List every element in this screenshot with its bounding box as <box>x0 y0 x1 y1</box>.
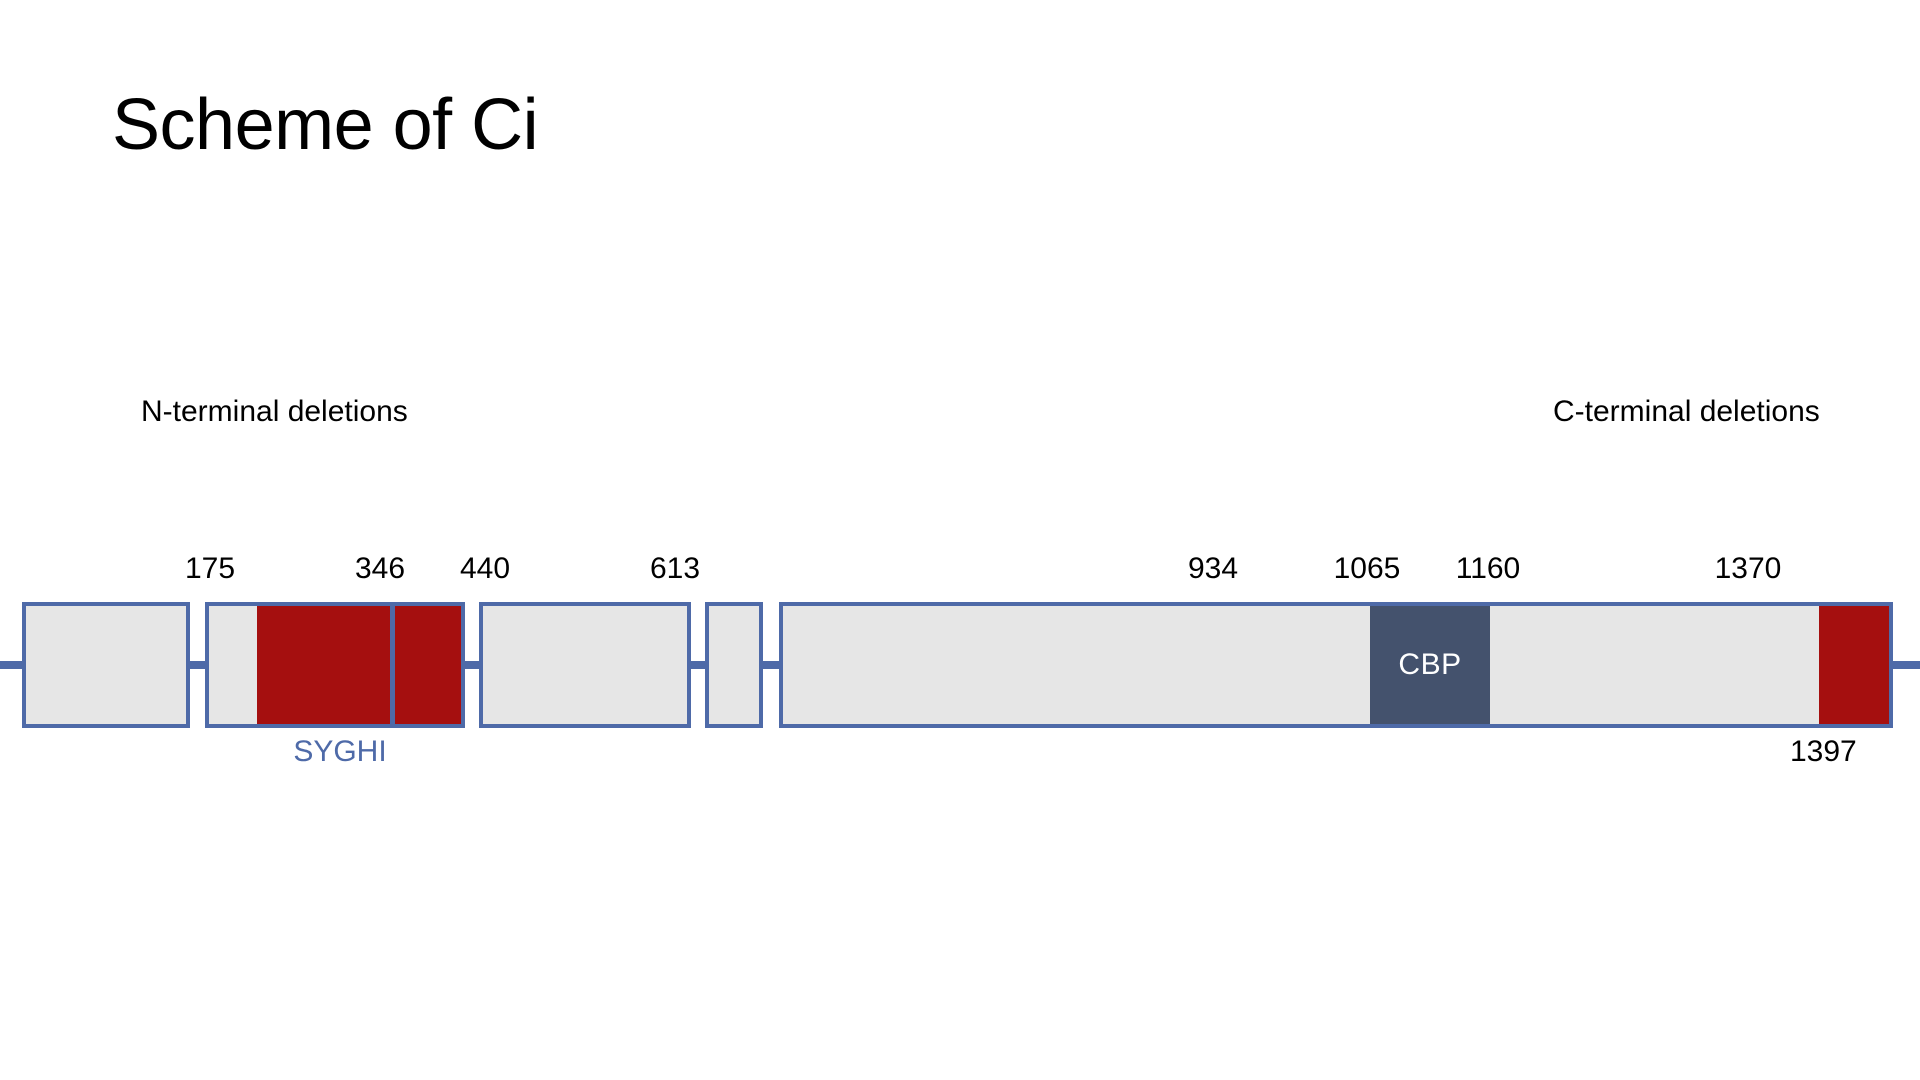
syghi-motif-label: SYGHI <box>293 735 387 768</box>
segment-2-red-fill-a <box>257 606 390 724</box>
cbp-domain-block[interactable] <box>1370 606 1490 724</box>
segment-box-5[interactable]: CBP <box>779 602 1893 728</box>
segment-5-gray-fill-b <box>1490 606 1819 724</box>
protein-scheme-diagram: N-terminal deletions C-terminal deletion… <box>0 0 1920 1080</box>
tick-label-440: 440 <box>459 552 511 585</box>
segment-box-2[interactable] <box>205 602 465 728</box>
tick-label-934: 934 <box>1187 552 1239 585</box>
tick-label-346: 346 <box>354 552 406 585</box>
tick-label-1370: 1370 <box>1714 552 1782 585</box>
segment-2-red-fill-b <box>395 606 461 724</box>
segment-box-3[interactable] <box>479 602 691 728</box>
tick-label-613: 613 <box>649 552 701 585</box>
backbone-segment-end <box>1890 661 1920 669</box>
n-terminal-deletions-label: N-terminal deletions <box>141 395 408 428</box>
backbone-segment-start <box>0 661 24 669</box>
terminal-residue-label: 1397 <box>1790 735 1857 768</box>
segment-box-4[interactable] <box>705 602 763 728</box>
tick-label-1065: 1065 <box>1333 552 1401 585</box>
segment-5-gray-fill-a <box>783 606 1370 724</box>
segment-5-red-fill <box>1819 606 1889 724</box>
tick-label-175: 175 <box>184 552 236 585</box>
c-terminal-deletions-label: C-terminal deletions <box>1553 395 1820 428</box>
segment-2-gray-fill <box>209 606 257 724</box>
tick-label-1160: 1160 <box>1455 552 1521 585</box>
segment-box-1[interactable] <box>22 602 190 728</box>
